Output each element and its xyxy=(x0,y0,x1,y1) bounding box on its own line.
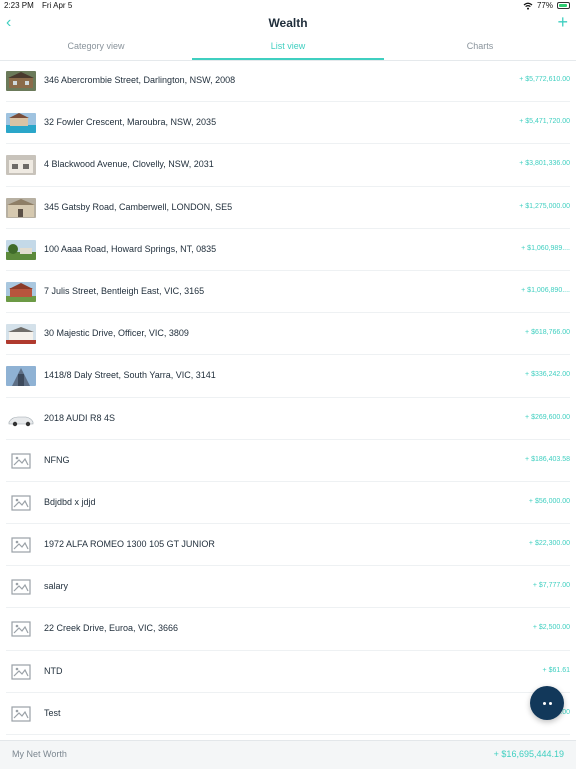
item-name: 346 Abercrombie Street, Darlington, NSW,… xyxy=(44,75,236,85)
item-name: salary xyxy=(44,581,69,592)
tab-list-view[interactable]: List view xyxy=(192,38,384,60)
more-actions-button[interactable] xyxy=(530,686,564,720)
wifi-icon xyxy=(523,2,533,10)
list-item[interactable]: 345 Gatsby Road, Camberwell, LONDON, SE5… xyxy=(6,187,570,229)
property-photo xyxy=(6,366,36,387)
item-name: 32 Fowler Crescent, Maroubra, NSW, 2035 xyxy=(44,117,217,128)
item-value: + $5,772,610.00 xyxy=(519,76,570,83)
item-value: + $1,275,000.00 xyxy=(519,202,570,210)
item-name: 7 Julis Street, Bentleigh East, VIC, 316… xyxy=(44,285,205,296)
item-value: + $3,801,336.00 xyxy=(519,160,570,168)
list-item[interactable]: 7 Julis Street, Bentleigh East, VIC, 316… xyxy=(6,271,570,314)
dot-icon xyxy=(548,701,552,705)
item-value: + $2,500.00 xyxy=(532,624,570,632)
property-photo xyxy=(6,71,36,91)
list-item[interactable]: Bdjdbd x jdjd + $56,000.00 xyxy=(6,482,570,525)
status-left: 2:23 PM Fri Apr 5 xyxy=(4,1,78,10)
item-value: + $186,403.58 xyxy=(525,455,570,463)
property-photo xyxy=(6,155,36,176)
battery-percent: 77% xyxy=(536,1,553,10)
image-placeholder-icon xyxy=(6,577,36,598)
list-item[interactable]: 22 Creek Drive, Euroa, VIC, 3666 + $2,500… xyxy=(6,608,570,651)
item-value: + $336,242.00 xyxy=(525,371,570,379)
image-placeholder-icon xyxy=(6,450,36,471)
image-placeholder-icon xyxy=(6,619,36,640)
list-item[interactable]: 4 Blackwood Avenue, Clovelly, NSW, 2031 +… xyxy=(6,144,570,187)
list-item[interactable]: NTD + $61.61 xyxy=(6,651,570,693)
item-value: + $56,000.00 xyxy=(528,497,570,505)
nav-bar: ‹ Wealth + xyxy=(0,12,576,34)
property-photo xyxy=(6,281,36,302)
item-value: + $269,600.00 xyxy=(525,413,570,421)
list-item[interactable]: 1972 ALFA ROMEO 1300 105 GT JUNIOR + $22,… xyxy=(6,524,570,567)
item-name: NTD xyxy=(44,665,63,676)
item-name: Test xyxy=(44,707,61,718)
status-bar: 2:23 PM Fri Apr 5 77% xyxy=(0,0,576,12)
view-tabs: Category view List view Charts xyxy=(0,38,576,61)
property-photo xyxy=(6,113,36,134)
property-photo xyxy=(6,197,36,218)
status-date: Fri Apr 5 xyxy=(42,1,73,10)
image-placeholder-icon xyxy=(6,703,36,724)
battery-level xyxy=(559,4,568,7)
status-time: 2:23 PM xyxy=(4,1,34,10)
item-name: NFNG xyxy=(44,454,70,465)
property-photo xyxy=(6,239,36,260)
tab-category-view[interactable]: Category view xyxy=(0,38,192,60)
list-item[interactable]: 2018 AUDI R8 4S + $269,600.00 xyxy=(6,398,570,440)
list-item[interactable]: 1418/8 Daly Street, South Yarra, VIC, 31… xyxy=(6,355,570,398)
list-item[interactable]: 346 Abercrombie Street, Darlington, NSW,… xyxy=(6,60,570,103)
property-photo xyxy=(6,324,36,345)
item-value: + $618,766.00 xyxy=(525,329,570,337)
item-value: + $1,060,989.... xyxy=(521,244,570,252)
item-value: + $7,777.00 xyxy=(532,582,570,590)
image-placeholder-icon xyxy=(6,492,36,513)
item-name: 4 Blackwood Avenue, Clovelly, NSW, 2031 xyxy=(44,159,214,170)
list-item[interactable]: 100 Aaaa Road, Howard Springs, NT, 0835 +… xyxy=(6,229,570,271)
status-right: 77% xyxy=(523,1,570,10)
item-name: Bdjdbd x jdjd xyxy=(44,496,96,507)
image-placeholder-icon xyxy=(6,661,36,682)
dot-icon xyxy=(542,701,546,705)
list-item[interactable]: 30 Majestic Drive, Officer, VIC, 3809 + $… xyxy=(6,313,570,356)
image-placeholder-icon xyxy=(6,535,36,556)
item-name: 2018 AUDI R8 4S xyxy=(44,412,116,423)
item-name: 1418/8 Daly Street, South Yarra, VIC, 31… xyxy=(44,370,216,381)
item-value: + $22,300.00 xyxy=(528,540,570,548)
battery-icon xyxy=(557,2,570,9)
list-item[interactable]: salary + $7,777.00 xyxy=(6,566,570,609)
item-value: + $61.61 xyxy=(542,666,570,674)
item-name: 345 Gatsby Road, Camberwell, LONDON, SE5 xyxy=(44,201,233,212)
item-name: 30 Majestic Drive, Officer, VIC, 3809 xyxy=(44,328,189,339)
list-item[interactable]: Test+ $0.00 xyxy=(6,693,570,735)
item-value: + $1,006,890.... xyxy=(521,286,570,294)
tab-charts[interactable]: Charts xyxy=(384,38,576,60)
item-name: 22 Creek Drive, Euroa, VIC, 3666 xyxy=(44,623,179,634)
item-value: + $5,471,720.00 xyxy=(519,118,570,126)
net-worth-label: My Net Worth xyxy=(12,749,67,759)
car-photo xyxy=(6,408,36,429)
item-name: 1972 ALFA ROMEO 1300 105 GT JUNIOR xyxy=(44,539,215,550)
add-icon[interactable]: + xyxy=(557,12,568,33)
list-item[interactable]: 32 Fowler Crescent, Maroubra, NSW, 2035 +… xyxy=(6,102,570,145)
net-worth-bar: My Net Worth + $16,695,444.19 xyxy=(0,740,576,769)
net-worth-value: + $16,695,444.19 xyxy=(493,749,564,759)
item-name: 100 Aaaa Road, Howard Springs, NT, 0835 xyxy=(44,243,217,254)
asset-list: 346 Abercrombie Street, Darlington, NSW,… xyxy=(0,60,576,735)
list-item[interactable]: NFNG + $186,403.58 xyxy=(6,440,570,482)
page-title: Wealth xyxy=(268,16,308,30)
